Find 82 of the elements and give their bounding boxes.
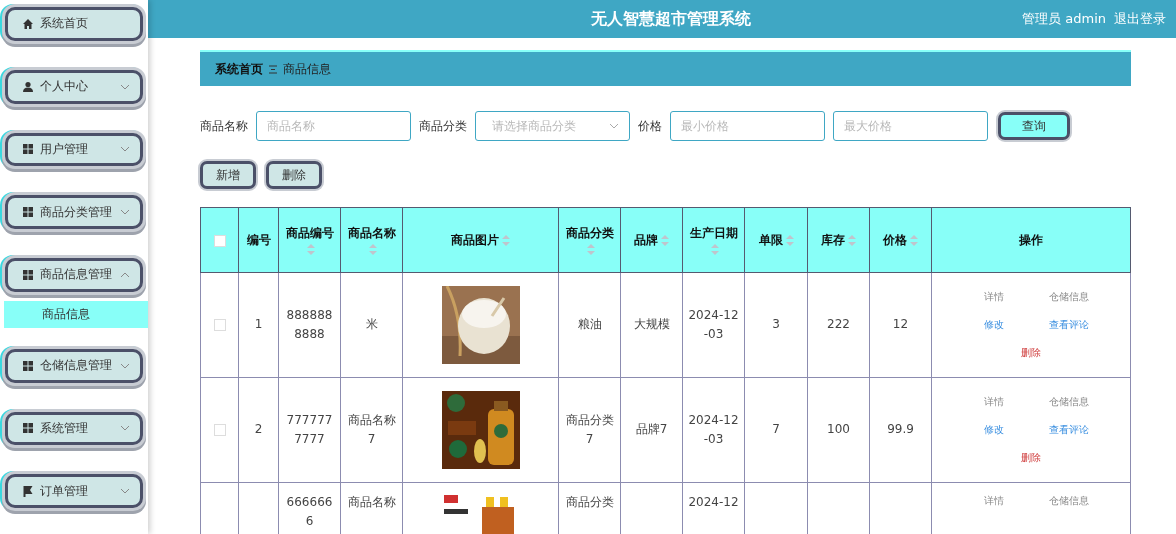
- table-cell: 粮油: [577, 317, 602, 332]
- table-cell: 12: [892, 317, 909, 332]
- separator-icon: [269, 64, 277, 74]
- delete-button[interactable]: 删除: [266, 161, 322, 189]
- column-header: 品牌: [634, 232, 658, 247]
- table-cell: 商品名称: [347, 495, 396, 509]
- checkbox[interactable]: [213, 318, 226, 331]
- grid-icon: [22, 268, 34, 281]
- sort-icon[interactable]: [369, 243, 377, 255]
- column-header: 生产日期: [689, 225, 738, 240]
- person-icon: [22, 80, 34, 93]
- column-header: 库存: [821, 232, 845, 247]
- table-cell: 品牌7: [635, 422, 668, 437]
- action-link[interactable]: 删除: [1021, 345, 1041, 361]
- column-header: 商品分类: [565, 225, 614, 240]
- grid-icon: [22, 206, 34, 219]
- table-cell: 大规模: [633, 317, 670, 332]
- chevron-icon: [609, 123, 619, 129]
- breadcrumb-item: 商品信息: [283, 60, 331, 78]
- field-label: 商品分类: [419, 117, 467, 135]
- table-cell: 商品分类7: [565, 412, 614, 446]
- table-cell: 100: [827, 422, 850, 437]
- action-link[interactable]: 详情: [983, 394, 1004, 410]
- action-link[interactable]: 详情: [983, 289, 1004, 305]
- field-label: 商品名称: [200, 117, 248, 135]
- action-link[interactable]: 修改: [983, 422, 1004, 438]
- query-button[interactable]: 查询: [998, 112, 1070, 140]
- table-cell: 99.9: [887, 422, 914, 437]
- sort-icon[interactable]: [587, 243, 595, 255]
- grid-icon: [22, 359, 34, 372]
- action-link[interactable]: 仓储信息: [1048, 493, 1089, 509]
- sort-icon[interactable]: [910, 234, 918, 246]
- breadcrumb-item[interactable]: 系统首页: [215, 60, 263, 78]
- table-cell: 8888888888: [286, 307, 333, 341]
- action-link[interactable]: 仓储信息: [1048, 289, 1089, 305]
- table-cell: 7: [772, 422, 780, 437]
- checkbox[interactable]: [213, 234, 226, 247]
- table-cell: 222: [827, 317, 850, 332]
- table-cell: 2024-12-03: [688, 307, 739, 341]
- column-header: 价格: [883, 232, 907, 247]
- input-field[interactable]: 商品名称: [256, 111, 411, 141]
- sort-icon[interactable]: [711, 243, 719, 255]
- table-cell: 3: [772, 317, 780, 332]
- user-label: 管理员 admin: [1022, 10, 1106, 28]
- table-cell: 商品名称7: [347, 412, 396, 446]
- column-header: 商品名称: [347, 225, 396, 240]
- checkbox[interactable]: [213, 423, 226, 436]
- sort-icon[interactable]: [307, 243, 315, 255]
- column-header: 商品编号: [285, 225, 334, 240]
- grid-icon: [22, 422, 34, 435]
- column-header: 操作: [1019, 232, 1043, 247]
- input-field[interactable]: 最大价格: [833, 111, 988, 141]
- app-title: 无人智慧超市管理系统: [591, 8, 752, 30]
- table-cell: 2024-12-03: [688, 412, 739, 446]
- table-cell: 商品分类: [565, 495, 614, 509]
- action-link[interactable]: 详情: [983, 493, 1004, 509]
- action-link[interactable]: 删除: [1021, 450, 1041, 466]
- action-link[interactable]: 查看评论: [1048, 317, 1089, 333]
- table-cell: 7777777777: [286, 412, 333, 446]
- flag-icon: [22, 485, 34, 498]
- column-header: 商品图片: [451, 232, 499, 247]
- logout-link[interactable]: 退出登录: [1114, 10, 1166, 28]
- sort-icon[interactable]: [661, 234, 669, 246]
- field-label: 价格: [638, 117, 662, 135]
- input-field[interactable]: 最小价格: [670, 111, 825, 141]
- home-icon: [22, 17, 34, 30]
- column-header: 编号: [246, 232, 271, 247]
- column-header: 单限: [758, 232, 783, 247]
- submenu-item[interactable]: 商品信息: [4, 300, 148, 328]
- sort-icon[interactable]: [502, 234, 510, 246]
- sort-icon[interactable]: [848, 234, 856, 246]
- table-cell: 1: [254, 317, 263, 332]
- table-cell: 米: [365, 317, 378, 332]
- table-cell: 2: [254, 422, 263, 437]
- sort-icon[interactable]: [785, 234, 794, 246]
- table-cell: 2024-12: [688, 495, 739, 509]
- action-link[interactable]: 修改: [983, 317, 1004, 333]
- table-cell: 6666666: [286, 495, 333, 529]
- action-link[interactable]: 仓储信息: [1048, 394, 1089, 410]
- add-button[interactable]: 新增: [200, 161, 256, 189]
- grid-icon: [22, 143, 34, 156]
- action-link[interactable]: 查看评论: [1048, 422, 1089, 438]
